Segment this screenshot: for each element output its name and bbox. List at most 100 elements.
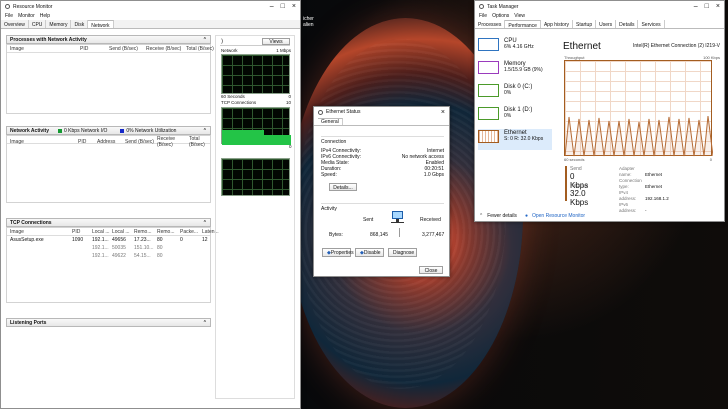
close-icon[interactable]: × [292,2,296,11]
close-icon[interactable]: × [441,108,445,117]
status-row: Speed: 1.0 Gbps [321,172,444,178]
cell: 192.1... [92,253,109,259]
resource-monitor-titlebar[interactable]: Resource Monitor – □ × [1,1,300,12]
processes-section-header[interactable]: Processes with Network Activity ⌃ [6,35,211,44]
column-header[interactable]: Total (B/sec) [189,136,215,148]
column-header[interactable]: PID [78,139,97,145]
open-resource-monitor-link[interactable]: Open Resource Monitor [532,213,585,219]
column-header[interactable]: Local ... [92,229,112,235]
detail-value: Ethernet [645,172,663,177]
tcp-connection-fill [264,135,291,145]
status-value: 1.0 Gbps [423,172,444,178]
maximize-icon[interactable]: □ [281,2,285,11]
minimize-icon[interactable]: – [270,2,274,11]
resource-monitor-window[interactable]: Resource Monitor – □ × File Monitor Help O… [0,0,301,409]
task-manager-titlebar[interactable]: Task Manager – □ × [475,1,724,12]
disable-button[interactable]: ◆Disable [355,248,384,257]
column-header[interactable]: Local ... [112,229,134,235]
maximize-icon[interactable]: □ [705,2,709,11]
tab-overview[interactable]: Overview [1,20,29,28]
column-header[interactable]: Send (B/sec) [125,139,157,145]
tab-general[interactable]: General [318,118,343,125]
fewer-details-link[interactable]: Fewer details [487,213,517,219]
zero-label: 0 [709,157,712,162]
close-icon[interactable]: × [716,2,720,11]
menu-view[interactable]: View [514,13,525,19]
tab-cpu[interactable]: CPU [29,20,47,28]
column-header[interactable]: Receive (B/sec) [157,136,189,148]
table-row[interactable]: 192.1... 49622 54.15... 80 [7,252,210,260]
tab-services[interactable]: Services [638,20,665,28]
tab-details[interactable]: Details [616,20,639,28]
task-manager-footer: ⌃ Fewer details ● Open Resource Monitor [479,212,639,220]
column-header[interactable]: PID [72,229,92,235]
cell: 192.1... [92,245,109,251]
column-header[interactable]: Remo... [157,229,180,235]
tab-performance[interactable]: Performance [505,20,541,29]
column-header[interactable]: Image [10,229,72,235]
menu-file[interactable]: File [479,13,487,19]
sidebar-item-ethernet[interactable]: Ethernet S: 0 R: 32.0 Kbps [478,129,552,150]
collapse-icon[interactable]: ⌃ [203,320,207,326]
tab-memory[interactable]: Memory [46,20,72,28]
tab-network[interactable]: Network [88,20,114,29]
tab-users[interactable]: Users [596,20,617,28]
ethernet-status-titlebar[interactable]: Ethernet Status × [314,107,449,117]
column-header[interactable]: Send (B/sec) [109,46,146,52]
sidebar-item-cpu[interactable]: CPU 6% 4.16 GHz [478,37,552,55]
tab-startup[interactable]: Startup [573,20,597,28]
detail-row: Adapter name: Ethernet [619,166,699,178]
column-header[interactable]: Image [10,46,80,52]
detail-row: Connection type: Ethernet [619,178,699,190]
dialog-title: Ethernet Status [326,109,361,115]
column-header[interactable]: Remo... [134,229,157,235]
tab-processes[interactable]: Processes [475,20,506,28]
column-header[interactable]: Address [97,139,125,145]
resource-left-pane: Processes with Network Activity ⌃ Image P… [6,35,219,402]
menu-options[interactable]: Options [492,13,509,19]
tab-disk[interactable]: Disk [71,20,89,28]
column-header[interactable]: Total (B/sec) [186,46,214,52]
network-scale: 1 Mbps [276,48,291,53]
column-header[interactable]: Packe... [180,229,202,235]
activity-divider [399,228,400,237]
views-button[interactable]: Views [262,38,290,45]
cell: 50035 [112,245,126,251]
column-header[interactable]: Receive (B/sec) [146,46,186,52]
menu-monitor[interactable]: Monitor [18,13,35,19]
collapse-icon[interactable]: ⌃ [203,37,207,43]
listening-ports-header[interactable]: Listening Ports ⌃ [6,318,211,327]
resource-monitor-icon [5,4,10,9]
sidebar-item-disk-1[interactable]: Disk 1 (D:) 0% [478,106,552,124]
general-tab-strip: General [314,117,449,126]
expand-right-icon[interactable]: ⟩ [221,38,223,45]
collapse-icon[interactable]: ⌃ [203,128,207,134]
sidebar-item-memory[interactable]: Memory 1.5/15.9 GB (9%) [478,60,552,78]
details-button[interactable]: Details... [329,183,357,191]
table-row[interactable]: 192.1... 50035 151.10... 80 [7,244,210,252]
menu-help[interactable]: Help [40,13,50,19]
properties-button[interactable]: ◆Properties [322,248,354,257]
receive-value: 32.0 Kbps [570,189,589,207]
cell: AsusSetup.exe [10,237,44,243]
cell: 80 [157,245,163,251]
tab-app-history[interactable]: App history [541,20,573,28]
ethernet-status-dialog[interactable]: Ethernet Status × General Connection IPv… [313,106,450,277]
tcp-zero-label: 0 [289,144,292,149]
collapse-icon[interactable]: ⌃ [203,220,207,226]
table-row[interactable]: AsusSetup.exe 1090 192.1... 49656 17.23... 80… [7,236,210,244]
sidebar-item-disk-0[interactable]: Disk 0 (C:) 0% [478,83,552,101]
minimize-icon[interactable]: – [694,2,698,11]
section-title: TCP Connections [10,219,52,226]
column-header[interactable]: Laten... [202,229,219,235]
network-zero-label: 0 [288,94,291,99]
tcp-connections-header[interactable]: TCP Connections ⌃ [6,218,211,227]
column-header[interactable]: Image [10,139,78,145]
task-manager-window[interactable]: Task Manager – □ × File Options View Proce… [474,0,725,222]
column-header[interactable]: PID [80,46,109,52]
diagnose-button[interactable]: Diagnose [388,248,417,257]
fewer-details-icon[interactable]: ⌃ [479,213,483,219]
menu-file[interactable]: File [5,13,13,19]
network-activity-header[interactable]: Network Activity 0 Kbps Network I/O 0% N… [6,126,211,135]
close-button[interactable]: Close [419,266,443,274]
